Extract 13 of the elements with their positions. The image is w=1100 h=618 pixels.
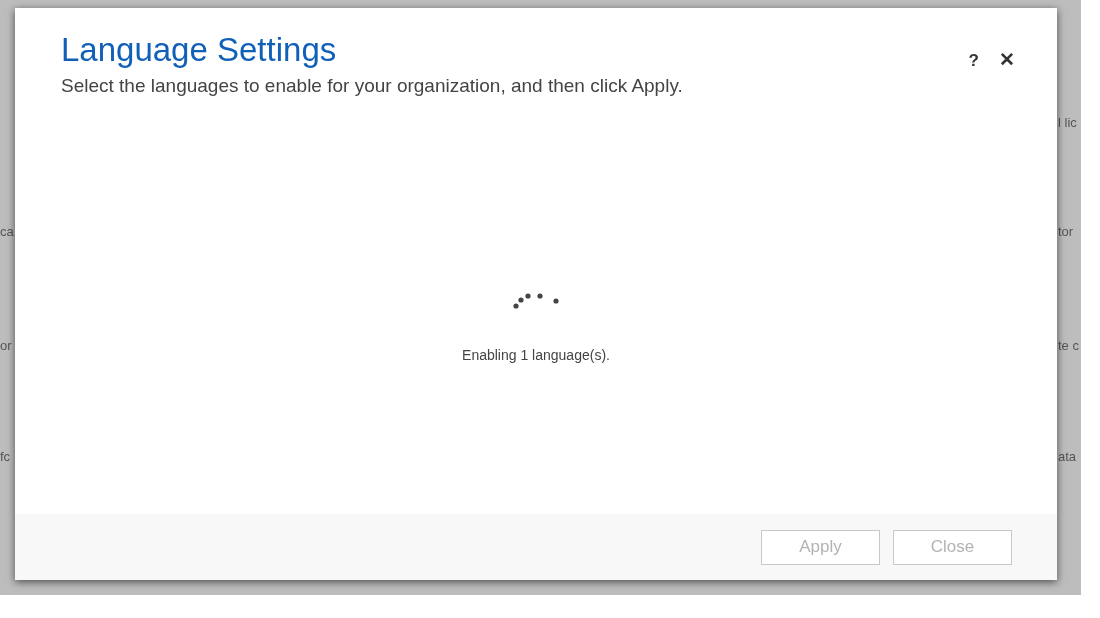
- help-button[interactable]: ?: [968, 47, 979, 73]
- background-text: l lic: [1058, 114, 1077, 132]
- background-text: ca: [0, 223, 14, 241]
- dialog-title: Language Settings: [61, 30, 338, 70]
- close-button[interactable]: ✕: [999, 46, 1015, 75]
- dialog-subtitle: Select the languages to enable for your organization, and then click Apply.: [61, 74, 684, 98]
- loading-spinner-icon: [512, 290, 562, 311]
- background-text: ata: [1058, 448, 1077, 466]
- background-text: te c: [1058, 337, 1079, 355]
- background-text: or: [0, 337, 12, 355]
- background-text: tor: [1058, 223, 1074, 241]
- status-text: Enabling 1 language(s).: [462, 345, 610, 365]
- background-text: fc: [0, 448, 11, 466]
